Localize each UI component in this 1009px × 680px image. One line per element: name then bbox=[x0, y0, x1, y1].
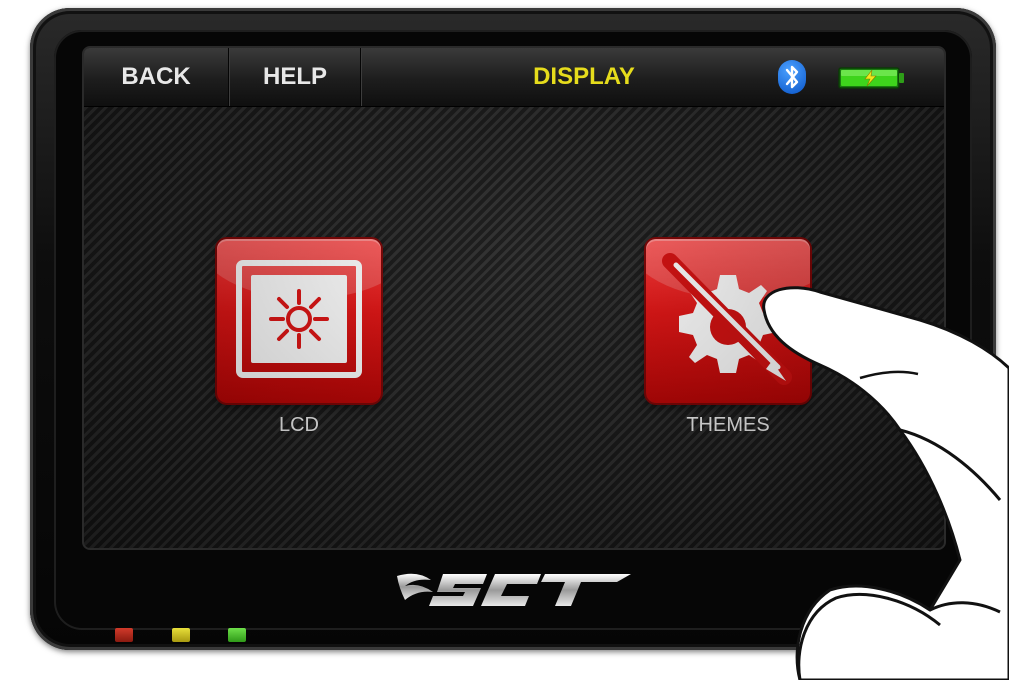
app-grid bbox=[84, 106, 944, 548]
back-button[interactable]: BACK bbox=[84, 48, 229, 106]
touch-screen: BACK HELP DISPLAY LCD THEMES bbox=[84, 48, 944, 548]
battery-charging-icon bbox=[838, 67, 906, 89]
status-led-green bbox=[228, 628, 246, 642]
bluetooth-icon bbox=[778, 60, 806, 94]
top-bar: BACK HELP DISPLAY bbox=[84, 48, 944, 107]
sct-logo bbox=[397, 573, 631, 606]
status-led-yellow bbox=[172, 628, 190, 642]
status-led-red bbox=[115, 628, 133, 642]
page-title: DISPLAY bbox=[533, 63, 635, 90]
help-button[interactable]: HELP bbox=[230, 48, 361, 106]
